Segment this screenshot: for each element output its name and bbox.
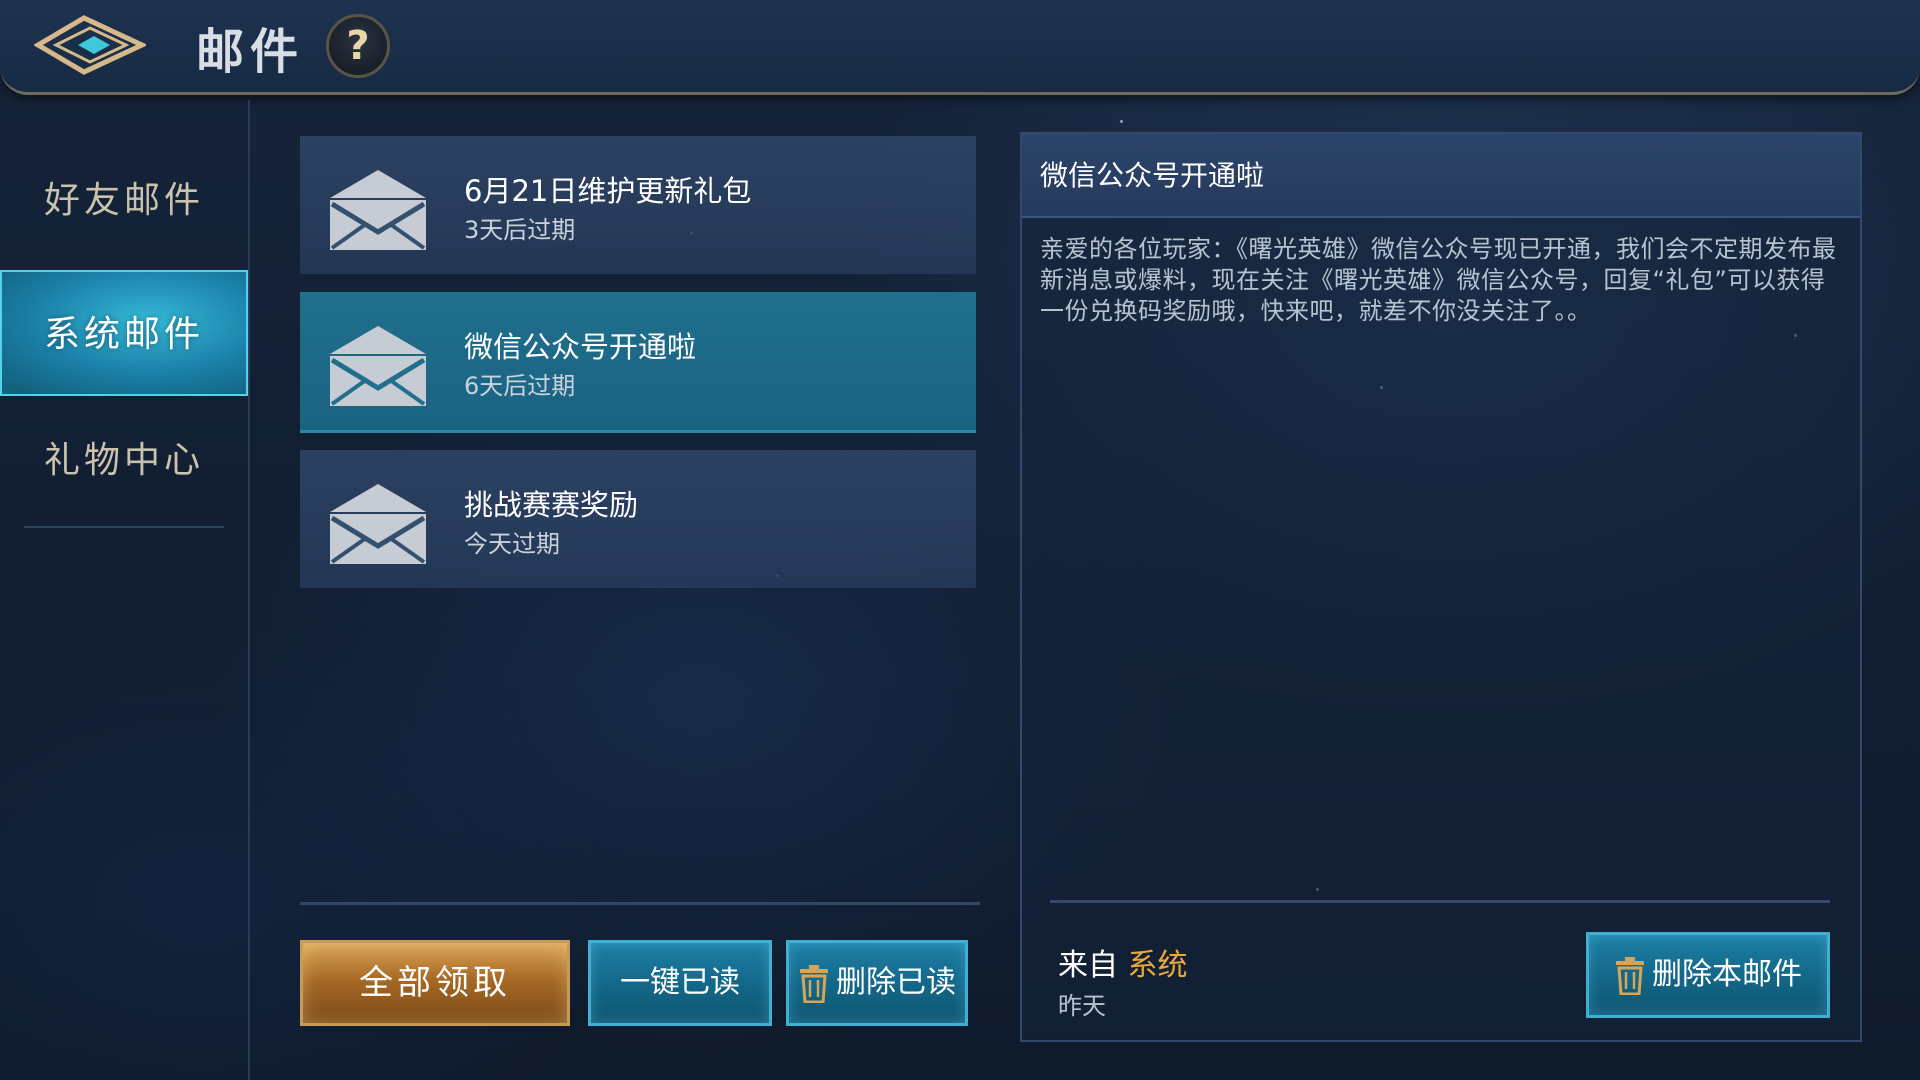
envelope-icon bbox=[330, 170, 426, 250]
question-icon: ? bbox=[346, 23, 370, 69]
trash-icon bbox=[800, 964, 828, 1003]
detail-header: 微信公众号开通啦 bbox=[1022, 134, 1860, 218]
sidebar-item-friend-mail[interactable]: 好友邮件 bbox=[0, 138, 248, 264]
mail-expiry: 今天过期 bbox=[464, 530, 560, 558]
sent-time: 昨天 bbox=[1058, 992, 1106, 1020]
trash-icon bbox=[1616, 956, 1644, 995]
mail-list-item[interactable]: 挑战赛赛奖励 今天过期 bbox=[300, 450, 976, 588]
delete-this-mail-button[interactable]: 删除本邮件 bbox=[1586, 932, 1830, 1018]
delete-read-button[interactable]: 删除已读 bbox=[786, 940, 968, 1026]
mail-title: 6月21日维护更新礼包 bbox=[464, 174, 752, 208]
claim-all-button[interactable]: 全部领取 bbox=[300, 940, 570, 1026]
detail-body: 亲爱的各位玩家：《曙光英雄》微信公众号现已开通，我们会不定期发布最新消息或爆料，… bbox=[1040, 235, 1837, 325]
detail-title: 微信公众号开通啦 bbox=[1040, 159, 1265, 192]
mail-title: 微信公众号开通啦 bbox=[464, 330, 697, 364]
sidebar: 好友邮件 系统邮件 礼物中心 bbox=[0, 100, 250, 1080]
mail-list-item-selected[interactable]: 微信公众号开通啦 6天后过期 bbox=[300, 292, 976, 433]
help-button[interactable]: ? bbox=[326, 14, 390, 78]
mail-expiry: 6天后过期 bbox=[464, 372, 576, 400]
sidebar-item-gift-center[interactable]: 礼物中心 bbox=[0, 398, 248, 524]
delete-read-label: 删除已读 bbox=[836, 965, 956, 1000]
envelope-icon bbox=[330, 326, 426, 406]
page-title: 邮件 bbox=[196, 24, 305, 80]
list-divider bbox=[300, 902, 980, 905]
sidebar-divider bbox=[24, 526, 224, 528]
delete-this-mail-label: 删除本邮件 bbox=[1652, 957, 1802, 992]
sidebar-item-system-mail[interactable]: 系统邮件 bbox=[0, 270, 248, 396]
background-star bbox=[1120, 120, 1123, 123]
mail-title: 挑战赛赛奖励 bbox=[464, 488, 639, 522]
envelope-icon bbox=[330, 484, 426, 564]
from-line: 来自 系统 bbox=[1058, 940, 1188, 984]
back-arrow-icon bbox=[33, 15, 148, 75]
back-button[interactable] bbox=[33, 12, 148, 78]
mail-expiry: 3天后过期 bbox=[464, 216, 576, 244]
mail-detail-panel: 微信公众号开通啦 亲爱的各位玩家：《曙光英雄》微信公众号现已开通，我们会不定期发… bbox=[1020, 132, 1862, 1042]
mark-all-read-button[interactable]: 一键已读 bbox=[588, 940, 772, 1026]
top-bar: 邮件 ? bbox=[0, 0, 1920, 95]
detail-divider bbox=[1050, 900, 1830, 903]
from-sender: 系统 bbox=[1127, 948, 1188, 983]
mail-list-item[interactable]: 6月21日维护更新礼包 3天后过期 bbox=[300, 136, 976, 274]
from-prefix: 来自 bbox=[1058, 948, 1118, 983]
